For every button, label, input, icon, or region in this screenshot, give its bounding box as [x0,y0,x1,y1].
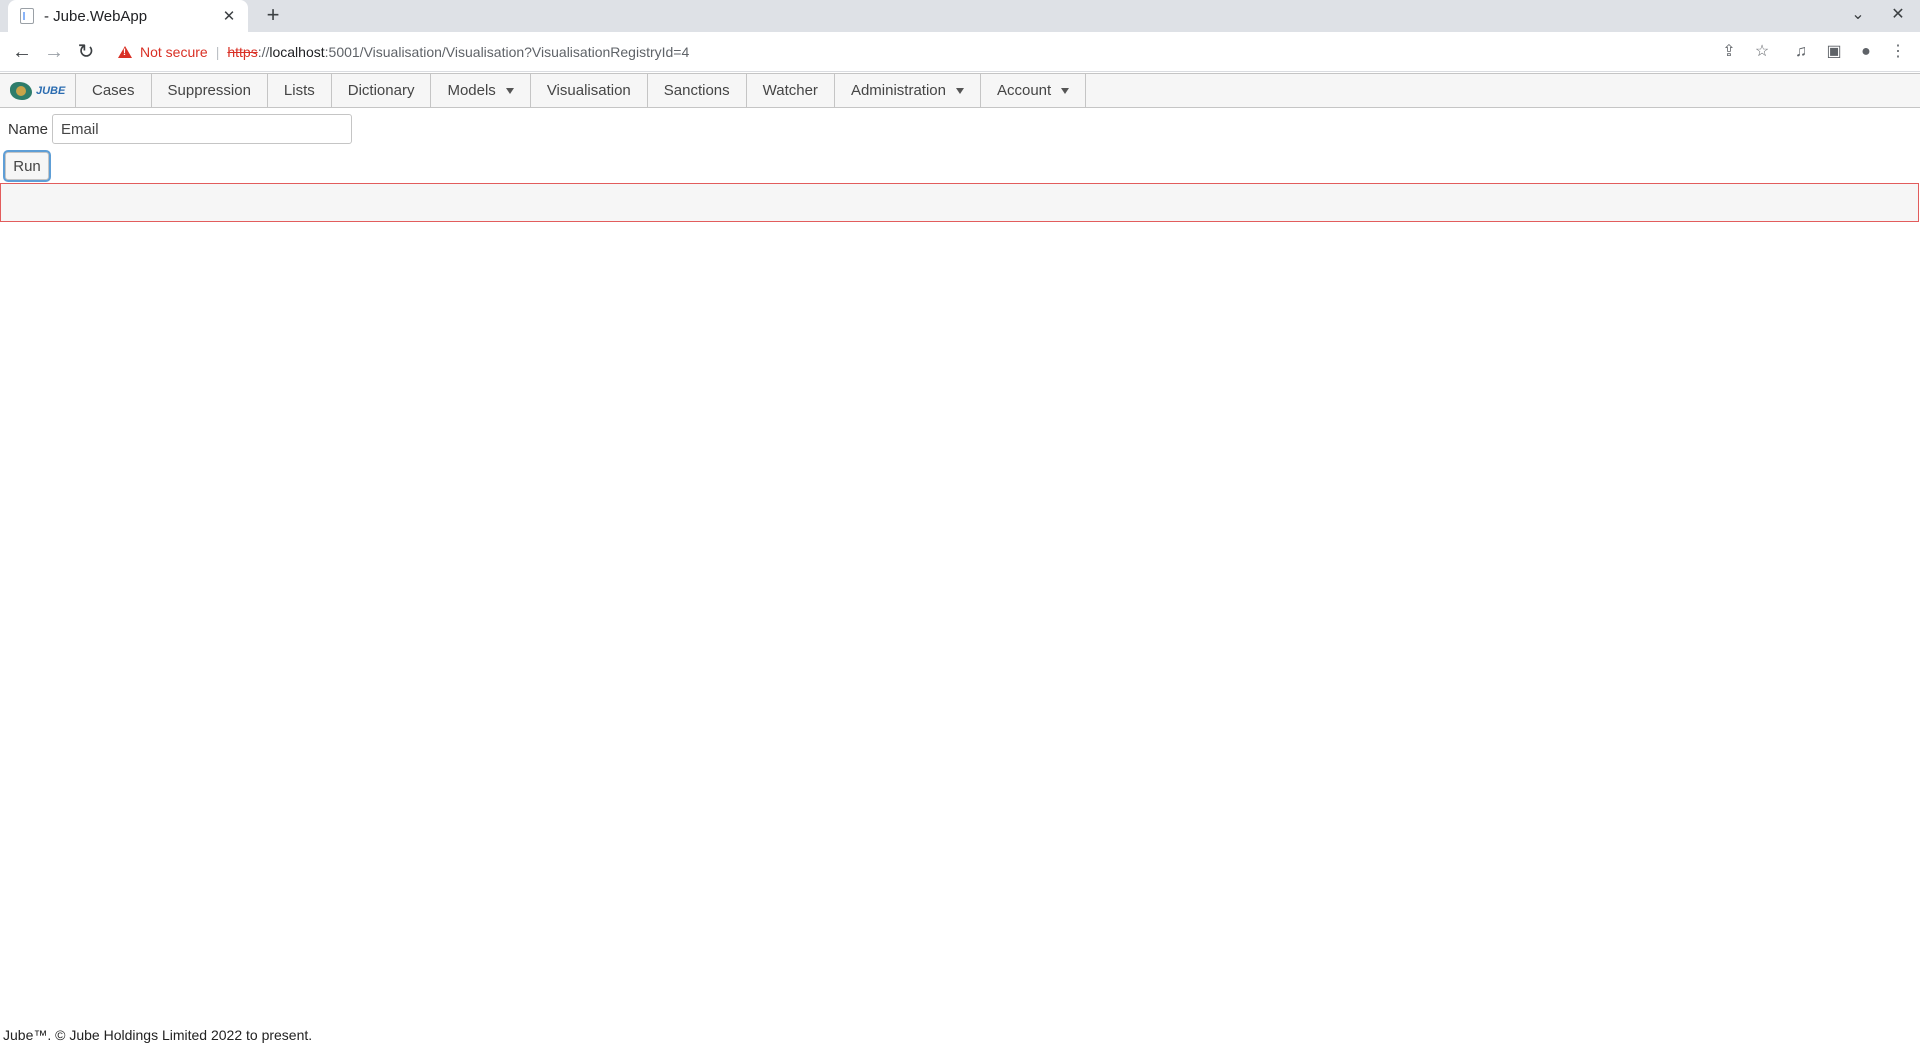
nav-item-label: Account [996,82,1052,99]
nav-item-sanctions[interactable]: Sanctions [648,74,747,107]
new-tab-button[interactable]: + [260,3,286,29]
app-navbar: JUBE Cases Suppression Lists Dictionary … [0,73,1920,108]
nav-item-label: Dictionary [347,82,415,99]
nav-item-label: Visualisation [546,82,631,99]
nav-item-models[interactable]: Models [431,74,531,107]
browser-tab[interactable]: - Jube.WebApp ✕ [8,0,248,32]
sidepanel-icon[interactable]: ▣ [1822,40,1846,64]
media-icon[interactable]: ♫ [1789,40,1813,64]
window-close-icon[interactable]: ✕ [1886,4,1910,24]
nav-item-administration[interactable]: Administration [835,74,981,107]
tab-search-icon[interactable]: ⌄ [1846,4,1870,24]
close-tab-icon[interactable]: ✕ [220,7,238,25]
nav-item-visualisation[interactable]: Visualisation [531,74,648,107]
jube-logo-icon [10,81,32,100]
profile-icon[interactable]: ● [1854,40,1878,64]
forward-arrow-icon[interactable]: → [40,38,68,66]
reload-icon[interactable]: ↻ [72,38,100,66]
url-host: localhost [269,44,325,60]
tab-title: - Jube.WebApp [44,7,148,25]
security-label[interactable]: Not secure [140,44,208,60]
nav-item-watcher[interactable]: Watcher [747,74,835,107]
name-input[interactable] [52,114,353,144]
nav-item-label: Administration [850,82,946,99]
browser-toolbar: ← → ↻ Not secure | https :// localhost :… [0,32,1920,72]
nav-item-cases[interactable]: Cases [76,74,152,107]
nav-item-label: Sanctions [663,82,730,99]
browser-tabstrip: - Jube.WebApp ✕ + ⌄ ✕ [0,0,1920,32]
name-parameter-row: Name [8,114,353,144]
footer-copyright: Jube™. © Jube Holdings Limited 2022 to p… [3,1027,313,1043]
page-favicon-icon [20,8,34,24]
chevron-down-icon [505,87,514,94]
share-icon[interactable]: ⇪ [1717,40,1741,64]
run-button[interactable]: Run [5,152,49,180]
nav-item-label: Models [447,82,496,99]
nav-item-dictionary[interactable]: Dictionary [332,74,432,107]
warning-icon [118,46,132,58]
url-path: :5001/Visualisation/Visualisation?Visual… [324,44,690,60]
omnibox-separator: | [215,44,220,60]
nav-item-lists[interactable]: Lists [268,74,332,107]
chevron-down-icon [1061,87,1070,94]
name-label: Name [8,120,49,138]
star-icon[interactable]: ☆ [1750,40,1774,64]
nav-item-label: Watcher [762,82,818,99]
address-bar[interactable]: Not secure | https :// localhost :5001/V… [108,36,1788,68]
nav-item-account[interactable]: Account [981,74,1087,107]
chevron-down-icon [955,87,964,94]
nav-item-label: Suppression [167,82,251,99]
nav-item-suppression[interactable]: Suppression [152,74,268,107]
url-host-separator: :// [257,44,270,60]
nav-item-label: Lists [283,82,315,99]
kebab-menu-icon[interactable]: ⋮ [1886,40,1910,64]
nav-item-label: Cases [92,82,135,99]
brand-text: JUBE [36,84,66,97]
back-arrow-icon[interactable]: ← [8,38,36,66]
brand-logo[interactable]: JUBE [0,74,76,107]
visualisation-result-panel [0,183,1919,222]
url-scheme: https [227,44,258,60]
